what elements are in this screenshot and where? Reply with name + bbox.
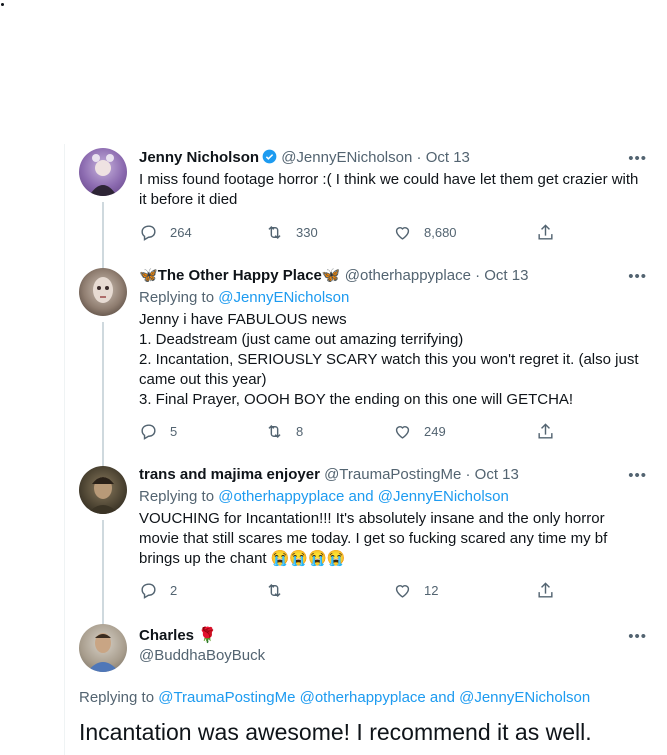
thread-line <box>102 520 104 630</box>
user-handle[interactable]: @BuddhaBoyBuck <box>139 647 265 664</box>
avatar[interactable] <box>79 466 127 514</box>
tweet-line: it before it died <box>139 191 238 208</box>
retweet-button[interactable]: 8 <box>265 422 303 441</box>
share-icon <box>538 224 553 240</box>
avatar[interactable] <box>79 148 127 196</box>
separator: · <box>475 267 481 284</box>
reply-icon <box>141 583 156 599</box>
tweet-header: 🦋The Other Happy Place🦋 @otherhappyplace… <box>139 266 625 286</box>
tweet-otherhappyplace[interactable]: 🦋The Other Happy Place🦋 @otherhappyplace… <box>65 264 665 472</box>
tweet-line: Jenny i have FABULOUS news <box>139 311 347 328</box>
user-handle[interactable]: @JennyENicholson <box>281 149 412 166</box>
tweet-line: brings up the chant 😭😭😭😭 <box>139 550 346 567</box>
rose-emoji: 🌹 <box>198 627 217 644</box>
replying-to-link[interactable]: @TraumaPostingMe @otherhappyplace and @J… <box>158 689 590 706</box>
retweet-icon <box>268 583 281 598</box>
tweet-actions: 5 8 249 <box>139 422 569 444</box>
tweet-traumapostingme[interactable]: trans and majima enjoyer @TraumaPostingM… <box>65 464 665 630</box>
reply-icon <box>141 424 156 440</box>
butterfly-emoji: 🦋 <box>139 267 158 284</box>
like-button[interactable]: 249 <box>393 422 446 441</box>
retweet-count: 8 <box>296 424 304 439</box>
tweet-jenny[interactable]: Jenny Nicholson @JennyENicholson · Oct 1… <box>65 144 665 268</box>
stray-dot <box>1 3 4 6</box>
tweet-line: came out this year) <box>139 371 267 388</box>
like-count: 12 <box>424 583 439 598</box>
tweet-date[interactable]: Oct 13 <box>475 466 519 483</box>
tweet-line: 3. Final Prayer, OOOH BOY the ending on … <box>139 391 574 408</box>
heart-icon <box>395 227 410 240</box>
reply-icon <box>141 225 156 241</box>
replying-to: Replying to @TraumaPostingMe @otherhappy… <box>79 688 590 708</box>
display-name[interactable]: Charles <box>139 627 194 644</box>
tweet-thread: Jenny Nicholson @JennyENicholson · Oct 1… <box>64 144 665 755</box>
tweet-line: 1. Deadstream (just came out amazing ter… <box>139 331 464 348</box>
tweet-header: Jenny Nicholson @JennyENicholson · Oct 1… <box>139 148 625 168</box>
replying-label: Replying to <box>79 689 155 706</box>
more-options-icon[interactable]: ••• <box>628 150 647 167</box>
replying-to-link[interactable]: @JennyENicholson <box>218 289 349 306</box>
display-name[interactable]: Jenny Nicholson <box>139 149 259 166</box>
reply-count: 5 <box>170 424 178 439</box>
avatar[interactable] <box>79 624 127 672</box>
tweet-actions: 2 12 <box>139 581 569 603</box>
separator: · <box>465 466 471 483</box>
display-name[interactable]: trans and majima enjoyer <box>139 466 320 483</box>
tweet-handle-row: @BuddhaBoyBuck <box>139 646 625 666</box>
replying-label: Replying to <box>139 289 215 306</box>
tweet-text: I miss found footage horror :( I think w… <box>139 170 649 210</box>
share-button[interactable] <box>536 422 567 441</box>
share-icon <box>538 582 553 598</box>
share-button[interactable] <box>536 581 567 600</box>
tweet-date[interactable]: Oct 13 <box>484 267 528 284</box>
more-options-icon[interactable]: ••• <box>628 467 647 484</box>
replying-to-link[interactable]: @otherhappyplace and @JennyENicholson <box>218 488 509 505</box>
like-button[interactable]: 12 <box>393 581 438 600</box>
tweet-line: VOUCHING for Incantation!!! It's absolut… <box>139 510 605 527</box>
user-handle[interactable]: @otherhappyplace <box>345 267 471 284</box>
tweet-actions: 264 330 8,680 <box>139 223 569 245</box>
reply-button[interactable]: 264 <box>139 223 192 242</box>
thread-line <box>102 322 104 472</box>
thread-line <box>102 202 104 268</box>
share-icon <box>538 423 553 439</box>
display-name[interactable]: 🦋The Other Happy Place🦋 <box>139 267 341 284</box>
butterfly-emoji: 🦋 <box>321 267 341 284</box>
more-options-icon[interactable]: ••• <box>628 628 647 645</box>
more-options-icon[interactable]: ••• <box>628 268 647 285</box>
like-button[interactable]: 8,680 <box>393 223 457 242</box>
tweet-date[interactable]: Oct 13 <box>426 149 470 166</box>
tweet-line: 2. Incantation, SERIOUSLY SCARY watch th… <box>139 351 639 368</box>
like-count: 8,680 <box>424 225 457 240</box>
display-name-text: The Other Happy Place <box>157 267 322 284</box>
tweet-line: I miss found footage horror :( I think w… <box>139 171 639 188</box>
reply-button[interactable]: 5 <box>139 422 177 441</box>
tweet-text: Jenny i have FABULOUS news 1. Deadstream… <box>139 310 649 410</box>
avatar[interactable] <box>79 268 127 316</box>
retweet-button[interactable] <box>265 581 296 600</box>
retweet-button[interactable]: 330 <box>265 223 318 242</box>
tweet-header: trans and majima enjoyer @TraumaPostingM… <box>139 465 625 485</box>
tweet-line: movie that still scares me today. I get … <box>139 530 608 547</box>
like-count: 249 <box>424 424 446 439</box>
replying-to: Replying to @JennyENicholson <box>139 288 349 308</box>
tweet-header: Charles 🌹 <box>139 626 625 646</box>
retweet-icon <box>268 225 281 240</box>
share-button[interactable] <box>536 223 567 242</box>
separator: · <box>416 149 422 166</box>
user-handle[interactable]: @TraumaPostingMe <box>324 466 461 483</box>
reply-count: 264 <box>170 225 192 240</box>
verified-badge-icon <box>262 149 277 164</box>
reply-count: 2 <box>170 583 178 598</box>
retweet-count: 330 <box>296 225 318 240</box>
retweet-icon <box>268 424 281 439</box>
replying-label: Replying to <box>139 488 215 505</box>
tweet-charles[interactable]: Charles 🌹 @BuddhaBoyBuck ••• Replying to… <box>65 624 665 755</box>
tweet-text: Incantation was awesome! I recommend it … <box>79 719 592 745</box>
reply-button[interactable]: 2 <box>139 581 177 600</box>
replying-to: Replying to @otherhappyplace and @JennyE… <box>139 487 509 507</box>
heart-icon <box>395 585 410 598</box>
heart-icon <box>395 426 410 439</box>
tweet-text: VOUCHING for Incantation!!! It's absolut… <box>139 509 649 569</box>
